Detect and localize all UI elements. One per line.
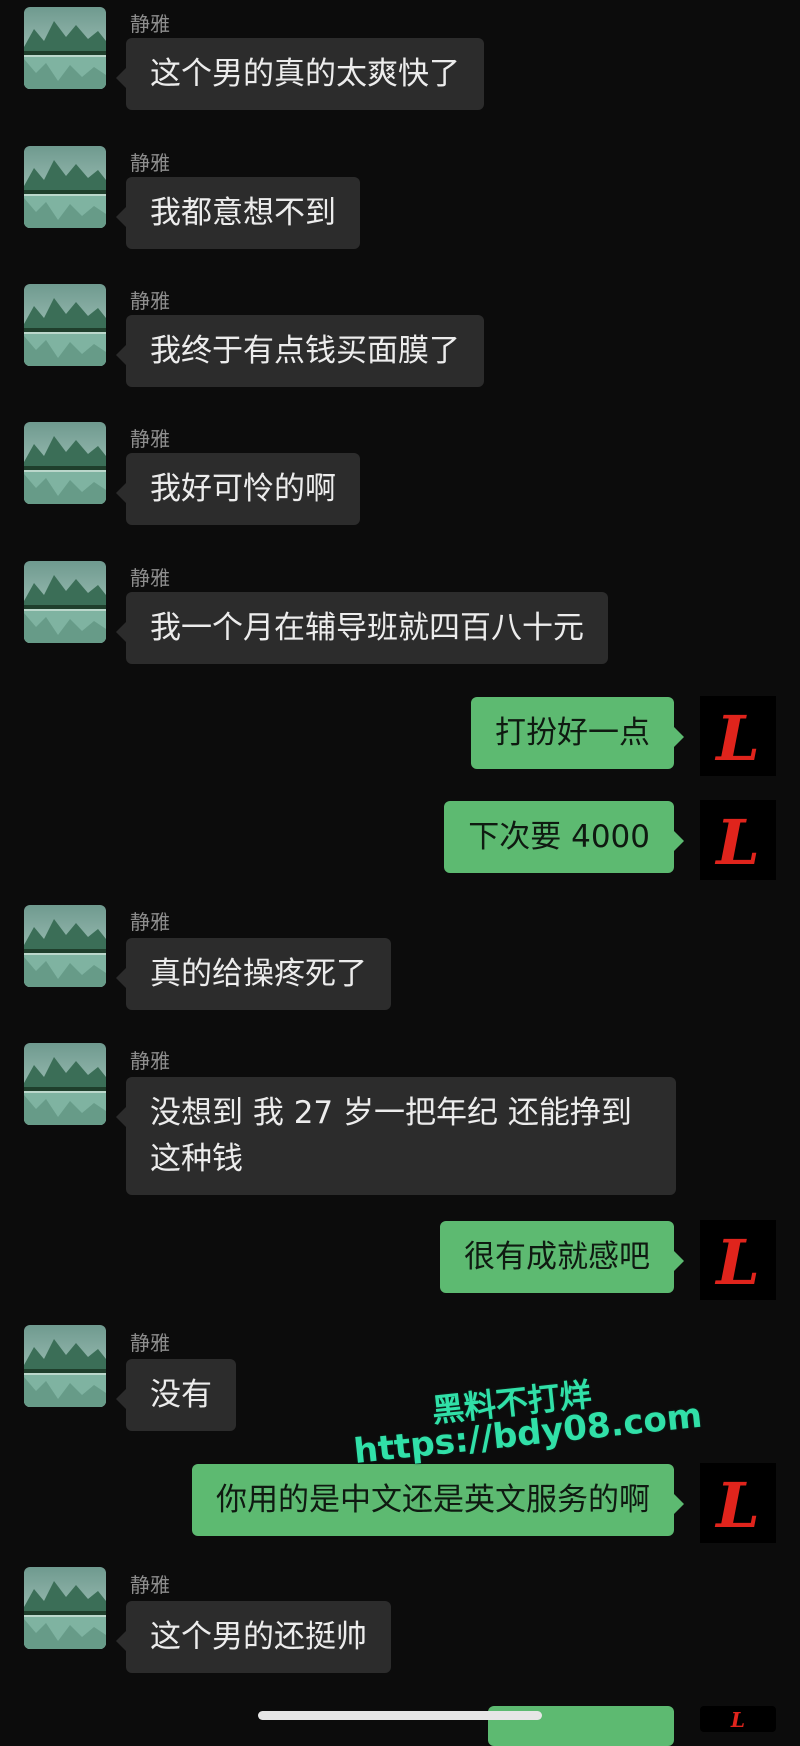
contact-avatar[interactable] [24,1325,106,1407]
landscape-avatar-icon [24,561,106,643]
home-indicator[interactable] [258,1711,542,1720]
contact-avatar[interactable] [24,1567,106,1649]
message-bubble-outgoing[interactable]: 很有成就感吧 [440,1221,684,1293]
sender-name: 静雅 [130,151,170,175]
contact-avatar[interactable] [24,422,106,504]
message-bubble-incoming[interactable]: 这个男的真的太爽快了 [116,38,484,110]
contact-avatar[interactable] [24,7,106,89]
message-bubble-outgoing[interactable]: 你用的是中文还是英文服务的啊 [192,1464,684,1536]
contact-avatar[interactable] [24,1043,106,1125]
sender-name: 静雅 [130,910,170,934]
landscape-avatar-icon [24,1043,106,1125]
contact-avatar[interactable] [24,561,106,643]
contact-avatar[interactable] [24,146,106,228]
sender-name: 静雅 [130,1049,170,1073]
landscape-avatar-icon [24,284,106,366]
landscape-avatar-icon [24,7,106,89]
red-letter-l-avatar-icon [700,696,776,776]
landscape-avatar-icon [24,146,106,228]
message-bubble-outgoing[interactable]: 打扮好一点 [471,697,684,769]
sender-name: 静雅 [130,427,170,451]
self-avatar[interactable] [700,696,776,776]
self-avatar[interactable] [700,800,776,880]
message-bubble-incoming[interactable]: 我一个月在辅导班就四百八十元 [116,592,608,664]
message-bubble-incoming[interactable]: 我好可怜的啊 [116,453,360,525]
message-bubble-incoming[interactable]: 没想到 我 27 岁一把年纪 还能挣到这种钱 [116,1077,676,1195]
message-bubble-incoming[interactable]: 真的给操疼死了 [116,938,391,1010]
self-avatar-partial[interactable] [700,1706,776,1732]
sender-name: 静雅 [130,1573,170,1597]
sender-name: 静雅 [130,566,170,590]
message-bubble-incoming[interactable]: 这个男的还挺帅 [116,1601,391,1673]
landscape-avatar-icon [24,1325,106,1407]
contact-avatar[interactable] [24,905,106,987]
sender-name: 静雅 [130,12,170,36]
red-letter-l-avatar-icon [700,800,776,880]
red-letter-l-avatar-icon [700,1706,776,1732]
message-bubble-incoming[interactable]: 我终于有点钱买面膜了 [116,315,484,387]
contact-avatar[interactable] [24,284,106,366]
landscape-avatar-icon [24,422,106,504]
landscape-avatar-icon [24,905,106,987]
message-bubble-incoming[interactable]: 没有 [116,1359,236,1431]
self-avatar[interactable] [700,1463,776,1543]
self-avatar[interactable] [700,1220,776,1300]
sender-name: 静雅 [130,1331,170,1355]
landscape-avatar-icon [24,1567,106,1649]
sender-name: 静雅 [130,289,170,313]
message-bubble-incoming[interactable]: 我都意想不到 [116,177,360,249]
message-bubble-outgoing[interactable]: 下次要 4000 [444,801,684,873]
red-letter-l-avatar-icon [700,1463,776,1543]
red-letter-l-avatar-icon [700,1220,776,1300]
